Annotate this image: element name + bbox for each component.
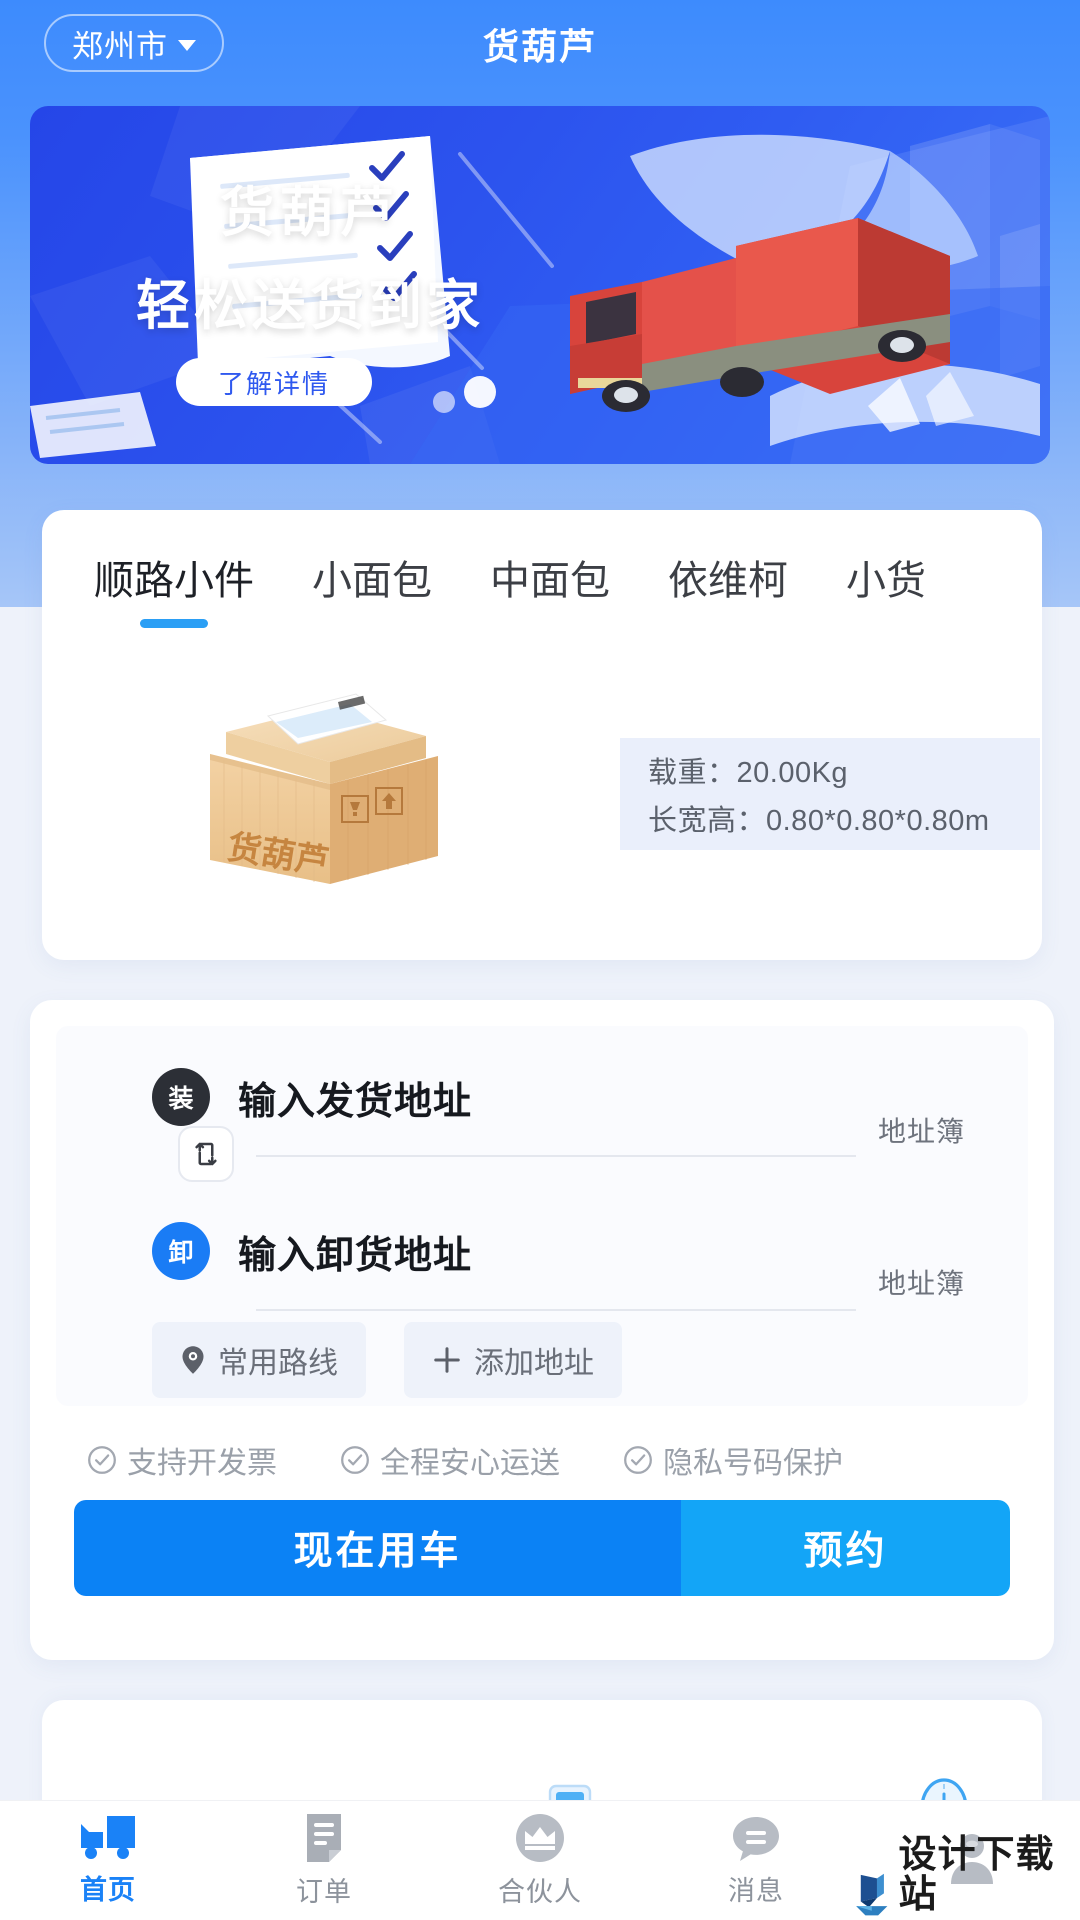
promo-banner[interactable]: 货葫芦 轻松送货到家 了解详情 bbox=[30, 106, 1050, 464]
feature-safe-transport-label: 全程安心运送 bbox=[380, 1447, 560, 1480]
nav-item-orders[interactable]: 订单 bbox=[216, 1801, 432, 1920]
tab-zhong-mianbao[interactable]: 中面包 bbox=[490, 548, 610, 628]
tab-xiao-mianbao[interactable]: 小面包 bbox=[312, 548, 432, 628]
city-selector[interactable]: 郑州市 bbox=[44, 14, 224, 72]
dropoff-divider bbox=[256, 1309, 856, 1311]
cta-group: 现在用车 预约 bbox=[74, 1500, 1010, 1596]
nav-label-partner: 合伙人 bbox=[498, 1877, 582, 1907]
check-circle-icon bbox=[88, 1446, 116, 1474]
nav-item-messages[interactable]: 消息 bbox=[648, 1801, 864, 1920]
use-now-button[interactable]: 现在用车 bbox=[74, 1500, 681, 1596]
spec-dimensions: 长宽高：0.80*0.80*0.80m bbox=[648, 805, 990, 837]
feature-invoice-label: 支持开发票 bbox=[127, 1447, 277, 1480]
dropoff-address-row[interactable]: 卸 输入卸货地址 bbox=[152, 1222, 472, 1280]
app-screen: 货葫芦 郑州市 货葫芦 轻松送货到家 了解详情 顺路小件 小面包 中面包 依维柯… bbox=[0, 0, 1080, 1920]
reserve-button[interactable]: 预约 bbox=[681, 1500, 1010, 1596]
banner-headline: 货葫芦 bbox=[220, 183, 400, 243]
common-route-button[interactable]: 常用路线 bbox=[152, 1322, 366, 1398]
user-icon bbox=[951, 1833, 993, 1884]
add-address-label: 添加地址 bbox=[474, 1347, 594, 1380]
document-icon bbox=[307, 1814, 341, 1862]
address-panel: 装 输入发货地址 地址簿 卸 输入卸货地址 地址簿 常用路线 添加地址 bbox=[56, 1026, 1028, 1406]
feature-invoice: 支持开发票 bbox=[86, 1438, 277, 1482]
bottom-navigation: 首页 订单 合伙人 消息 bbox=[0, 1800, 1080, 1920]
chevron-down-icon bbox=[178, 39, 196, 51]
dropoff-address-input[interactable]: 输入卸货地址 bbox=[238, 1224, 472, 1279]
vehicle-type-card: 顺路小件 小面包 中面包 依维柯 小货 货葫芦 载重：20.00Kg 长宽高：0… bbox=[42, 510, 1042, 960]
nav-item-profile[interactable] bbox=[864, 1801, 1080, 1920]
swap-vertical-icon[interactable] bbox=[178, 1126, 234, 1182]
check-circle-icon bbox=[341, 1446, 369, 1474]
spec-weight: 载重：20.00Kg bbox=[648, 757, 849, 789]
vehicle-spec-box: 载重：20.00Kg 长宽高：0.80*0.80*0.80m bbox=[620, 738, 1040, 850]
vehicle-tabs[interactable]: 顺路小件 小面包 中面包 依维柯 小货 bbox=[42, 548, 1042, 634]
tab-xiaohuo[interactable]: 小货 bbox=[846, 548, 926, 628]
chat-bubble-icon bbox=[733, 1817, 779, 1861]
banner-detail-button[interactable]: 了解详情 bbox=[176, 358, 372, 406]
location-pin-icon bbox=[182, 1346, 204, 1374]
nav-label-messages: 消息 bbox=[728, 1876, 784, 1906]
truck-icon bbox=[81, 1816, 135, 1859]
pickup-address-book-link[interactable]: 地址簿 bbox=[878, 1110, 965, 1150]
pickup-address-row[interactable]: 装 输入发货地址 bbox=[152, 1068, 472, 1126]
banner-subheadline: 轻松送货到家 bbox=[136, 276, 484, 336]
crown-icon bbox=[516, 1814, 564, 1862]
city-selector-label: 郑州市 bbox=[72, 28, 168, 64]
package-box-image: 货葫芦 bbox=[210, 693, 438, 884]
feature-safe-transport: 全程安心运送 bbox=[339, 1438, 560, 1482]
nav-item-home[interactable]: 首页 bbox=[0, 1801, 216, 1920]
tab-shunlu-xiaojian[interactable]: 顺路小件 bbox=[94, 548, 254, 628]
dropoff-address-book-link[interactable]: 地址簿 bbox=[878, 1262, 965, 1302]
feature-privacy-number-label: 隐私号码保护 bbox=[663, 1447, 843, 1480]
feature-list: 支持开发票 全程安心运送 隐私号码保护 bbox=[86, 1438, 1006, 1482]
dropoff-badge: 卸 bbox=[152, 1222, 210, 1280]
nav-item-partner[interactable]: 合伙人 bbox=[432, 1801, 648, 1920]
nav-label-home: 首页 bbox=[80, 1875, 136, 1905]
plus-icon bbox=[434, 1347, 460, 1373]
nav-label-orders: 订单 bbox=[296, 1877, 352, 1907]
app-header: 货葫芦 郑州市 bbox=[0, 0, 1080, 88]
check-circle-icon bbox=[624, 1446, 652, 1474]
pickup-divider bbox=[256, 1155, 856, 1157]
order-form-card: 装 输入发货地址 地址簿 卸 输入卸货地址 地址簿 常用路线 添加地址 支持开发… bbox=[30, 1000, 1054, 1660]
pickup-address-input[interactable]: 输入发货地址 bbox=[238, 1070, 472, 1125]
feature-privacy-number: 隐私号码保护 bbox=[622, 1438, 843, 1482]
address-shortcuts: 常用路线 添加地址 bbox=[152, 1322, 622, 1398]
banner-copy: 货葫芦 轻松送货到家 bbox=[30, 168, 590, 340]
tab-yiweike[interactable]: 依维柯 bbox=[668, 548, 788, 628]
pickup-badge: 装 bbox=[152, 1068, 210, 1126]
add-address-button[interactable]: 添加地址 bbox=[404, 1322, 622, 1398]
common-route-label: 常用路线 bbox=[218, 1347, 338, 1380]
